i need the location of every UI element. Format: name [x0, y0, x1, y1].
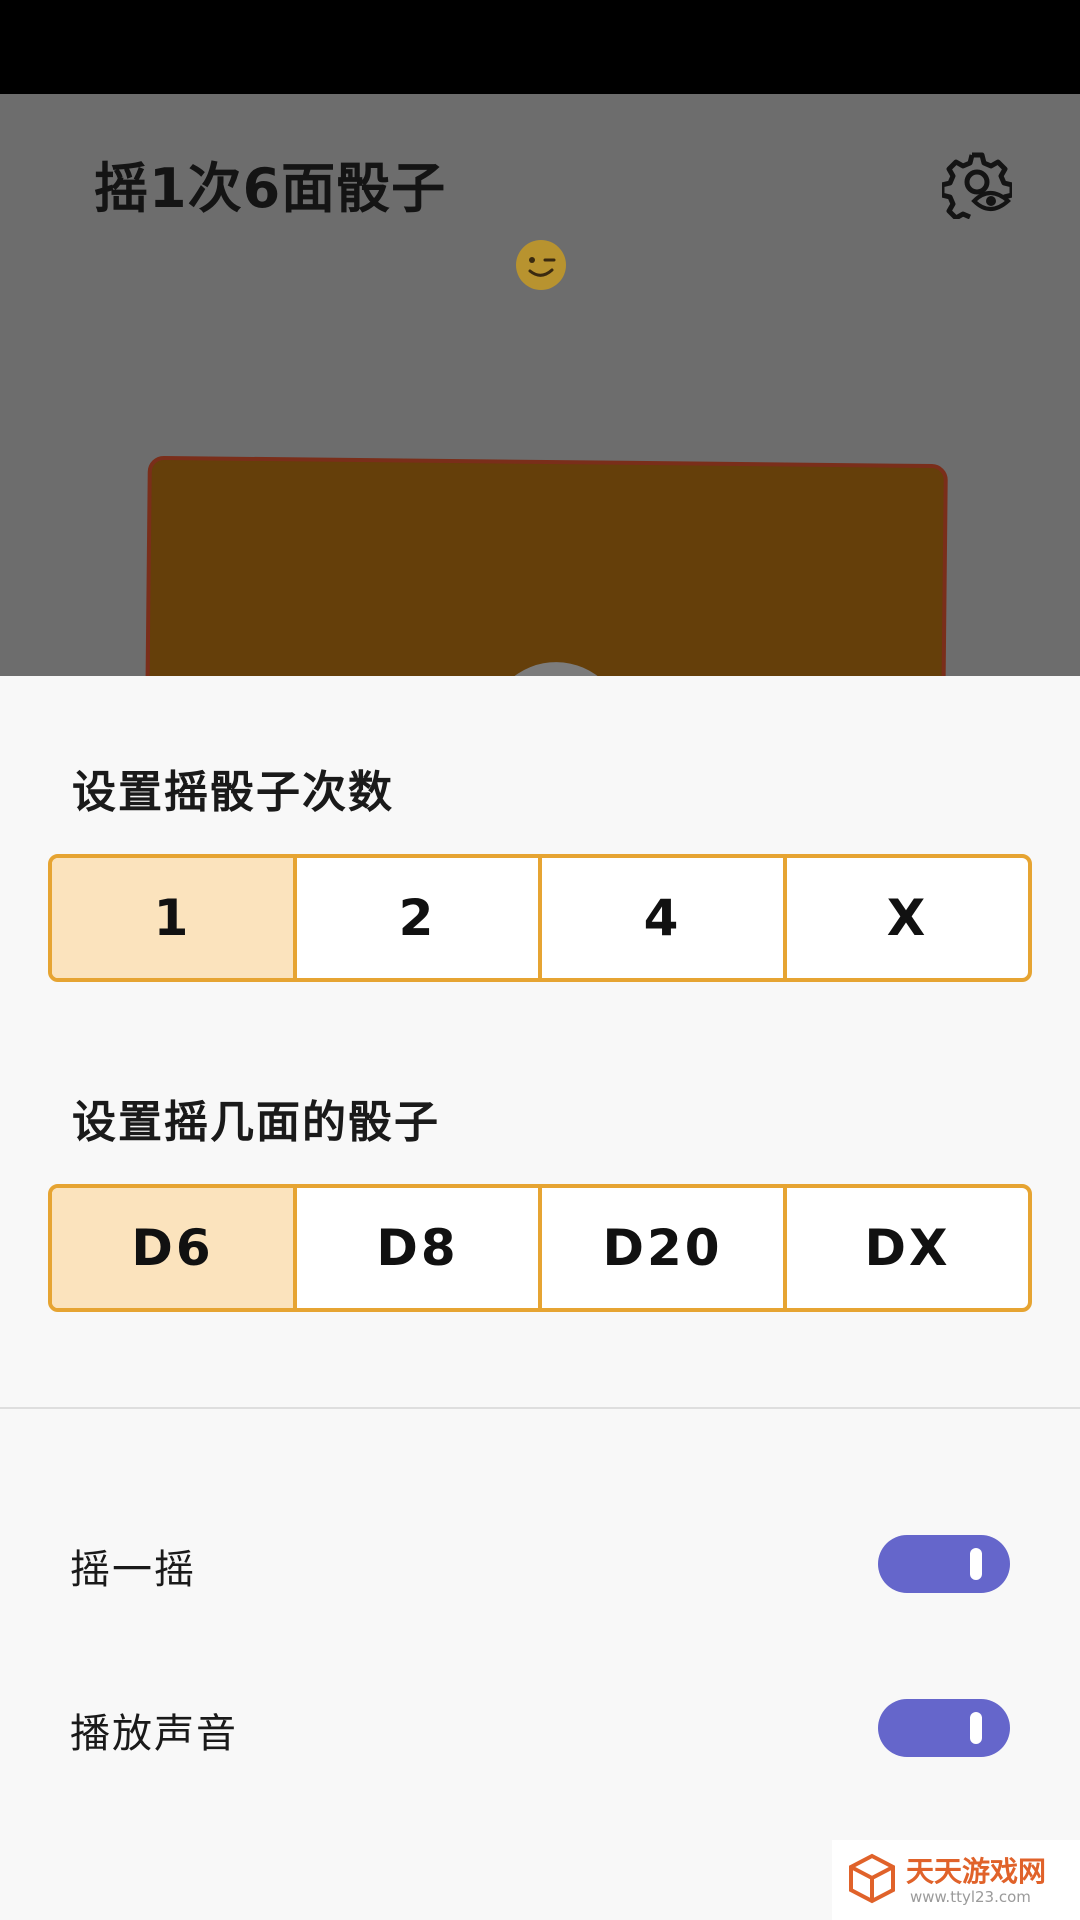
winking-face-icon [516, 240, 566, 290]
dice-face [486, 661, 626, 676]
dice-type-selector: D6 D8 D20 DX [48, 1184, 1032, 1312]
dice-type-option-d8[interactable]: D8 [297, 1188, 542, 1308]
switch-knob [970, 1712, 982, 1744]
shake-toggle-label: 摇一摇 [70, 1547, 196, 1593]
watermark-url: www.ttyl23.com [910, 1888, 1031, 1906]
cube-logo-icon [849, 1853, 895, 1904]
status-bar [0, 0, 1080, 94]
sound-toggle-label: 播放声音 [70, 1711, 238, 1757]
roll-count-option-2[interactable]: 2 [297, 858, 542, 978]
shake-switch[interactable] [878, 1535, 1010, 1593]
switch-knob [970, 1548, 982, 1580]
shake-toggle-row: 摇一摇 [0, 1519, 1080, 1609]
watermark: 天天游戏网 www.ttyl23.com [832, 1840, 1080, 1920]
dice-type-option-dx[interactable]: DX [787, 1188, 1028, 1308]
dice-app-background: 摇1次6面骰子 [0, 94, 1080, 676]
dice-type-title: 设置摇几面的骰子 [72, 1097, 440, 1148]
roll-count-option-1[interactable]: 1 [52, 858, 297, 978]
roll-count-title: 设置摇骰子次数 [72, 767, 394, 818]
roll-count-option-4[interactable]: 4 [542, 858, 787, 978]
divider [0, 1407, 1080, 1409]
roll-count-option-x[interactable]: X [787, 858, 1028, 978]
watermark-name: 天天游戏网 [906, 1855, 1047, 1888]
sound-switch[interactable] [878, 1699, 1010, 1757]
settings-sheet: 设置摇骰子次数 1 2 4 X 设置摇几面的骰子 D6 D8 D20 DX 摇一… [0, 676, 1080, 1920]
dice-type-option-d6[interactable]: D6 [52, 1188, 297, 1308]
settings-icon[interactable] [942, 149, 1012, 219]
dice-type-option-d20[interactable]: D20 [542, 1188, 787, 1308]
dice-card[interactable] [144, 455, 948, 676]
app-title: 摇1次6面骰子 [94, 157, 447, 220]
sound-toggle-row: 播放声音 [0, 1683, 1080, 1773]
screen: 摇1次6面骰子 设置摇骰子次数 1 2 4 X 设置摇几面的骰子 D6 D8 D… [0, 0, 1080, 1920]
roll-count-selector: 1 2 4 X [48, 854, 1032, 982]
